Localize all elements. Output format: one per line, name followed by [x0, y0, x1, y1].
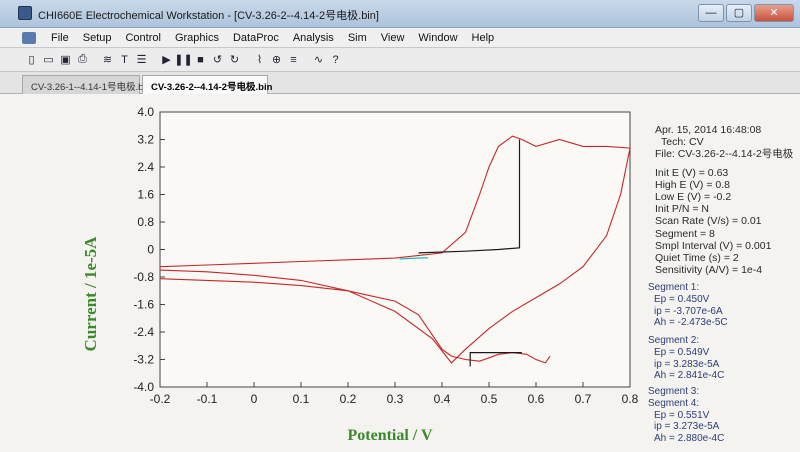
y-tick-label: -1.6	[133, 298, 154, 312]
param-quiet-time: Quiet Time (s) = 2	[655, 252, 739, 265]
menu-bar: File Setup Control Graphics DataProc Ana…	[0, 28, 800, 48]
technique-icon[interactable]: ≋	[100, 52, 115, 67]
experiment-info: Apr. 15, 2014 16:48:08 Tech: CV File: CV…	[655, 124, 800, 276]
window-title: CHI660E Electrochemical Workstation - [C…	[38, 10, 379, 22]
x-tick-label: 0.1	[293, 392, 310, 406]
x-tick-label: 0.8	[622, 392, 639, 406]
segment-title: Segment 4:	[648, 397, 700, 409]
param-scan-rate: Scan Rate (V/s) = 0.01	[655, 215, 762, 228]
new-file-icon[interactable]: ▯	[24, 52, 39, 67]
parameters-icon[interactable]: ☰	[134, 52, 149, 67]
pause-icon[interactable]: ❚❚	[174, 52, 192, 67]
segment-2-results: Segment 2: Ep = 0.549V ip = 3.283e-5A Ah…	[648, 335, 724, 382]
menu-setup[interactable]: Setup	[76, 32, 119, 44]
param-sensitivity: Sensitivity (A/V) = 1e-4	[655, 264, 763, 277]
title-bar[interactable]: CHI660E Electrochemical Workstation - [C…	[0, 0, 800, 28]
x-tick-label: -0.1	[197, 392, 218, 406]
x-tick-label: -0.2	[150, 392, 171, 406]
run-icon[interactable]: ▶	[159, 52, 174, 67]
plot-area	[159, 111, 631, 388]
app-icon[interactable]	[18, 6, 32, 20]
y-axis-label: Current / 1e-5A	[81, 236, 100, 352]
open-file-icon[interactable]: ▭	[41, 52, 56, 67]
segment-title: Segment 2:	[648, 335, 700, 346]
y-tick-label: 2.4	[137, 160, 154, 174]
menu-graphics[interactable]: Graphics	[168, 32, 226, 44]
y-tick-label: 4.0	[137, 105, 154, 119]
menu-window[interactable]: Window	[411, 32, 464, 44]
x-tick-label: 0.6	[528, 392, 545, 406]
menu-file[interactable]: File	[44, 32, 76, 44]
segment-ah: Ah = 2.841e-4C	[654, 370, 725, 382]
y-tick-label: -2.4	[133, 325, 154, 339]
param-low-e: Low E (V) = -0.2	[655, 191, 732, 204]
toolbar: ▯ ▭ ▣ ⎙ ≋ T ☰ ▶ ❚❚ ■ ↺ ↻ ⌇ ⊕ ≡ ∿?	[0, 48, 800, 72]
menu-analysis[interactable]: Analysis	[286, 32, 341, 44]
y-tick-label: -3.2	[133, 353, 154, 367]
segment-ip: ip = 3.273e-5A	[654, 421, 720, 433]
document-tabs: CV-3.26-1--4.14-1号电极.bin CV-3.26-2--4.14…	[0, 72, 800, 94]
segment-1-results: Segment 1: Ep = 0.450V ip = -3.707e-6A A…	[648, 282, 728, 329]
segment-ip: ip = -3.707e-6A	[654, 305, 723, 317]
segment-title: Segment 3:	[648, 386, 700, 397]
help-icon[interactable]: ?	[328, 52, 343, 67]
repeat-icon[interactable]: ↻	[227, 52, 242, 67]
x-tick-label: 0.7	[575, 392, 592, 406]
param-segment: Segment = 8	[655, 227, 715, 240]
segment-ep: Ep = 0.450V	[654, 293, 710, 305]
param-init-e: Init E (V) = 0.63	[655, 166, 729, 179]
menu-view[interactable]: View	[374, 32, 412, 44]
text-icon[interactable]: T	[117, 52, 132, 67]
x-tick-label: 0.2	[340, 392, 357, 406]
document-menu-icon[interactable]	[22, 31, 36, 44]
cv-plot[interactable]: -0.2 -0.1 0 0.1 0.2 0.3 0.4 0.5 0.6 0.7 0.8 4.0 3.2 2…	[0, 94, 640, 452]
param-high-e: High E (V) = 0.8	[655, 178, 730, 191]
x-tick-label: 0.5	[481, 392, 498, 406]
tab-cv-3-26-1[interactable]: CV-3.26-1--4.14-1号电极.bin	[22, 75, 151, 94]
maximize-button[interactable]: ▢	[726, 4, 752, 22]
param-smpl-interval: Smpl Interval (V) = 0.001	[655, 239, 772, 252]
minimize-button[interactable]: —	[698, 4, 724, 22]
y-tick-label: -0.8	[133, 270, 154, 284]
param-init-pn: Init P/N = N	[655, 203, 709, 216]
menu-control[interactable]: Control	[118, 32, 167, 44]
print-icon[interactable]: ⎙	[75, 52, 90, 67]
y-tick-label: 3.2	[137, 133, 154, 147]
x-tick-label: 0.3	[387, 392, 404, 406]
x-axis-label: Potential / V	[347, 427, 432, 444]
segment-ah: Ah = -2.473e-5C	[654, 317, 728, 329]
y-tick-label: 0.8	[137, 215, 154, 229]
stop-icon[interactable]: ■	[193, 52, 208, 67]
menu-dataproc[interactable]: DataProc	[226, 32, 286, 44]
segment-ep: Ep = 0.551V	[654, 409, 710, 421]
y-tick-label: 1.6	[137, 188, 154, 202]
x-tick-label: 0	[251, 392, 258, 406]
file-name: File: CV-3.26-2--4.14-2号电极	[655, 148, 794, 161]
menu-sim[interactable]: Sim	[341, 32, 374, 44]
overlay-icon[interactable]: ≡	[286, 52, 301, 67]
technique-text: Tech: CV	[661, 136, 704, 149]
segment-ip: ip = 3.283e-5A	[654, 358, 720, 370]
x-tick-label: 0.4	[434, 392, 451, 406]
graph-icon[interactable]: ⌇	[252, 52, 267, 67]
segment-ah: Ah = 2.880e-4C	[654, 433, 725, 445]
experiment-date: Apr. 15, 2014 16:48:08	[655, 124, 762, 136]
segment-title: Segment 1:	[648, 282, 700, 293]
smooth-icon[interactable]: ∿	[311, 52, 326, 67]
segment-ep: Ep = 0.549V	[654, 346, 710, 358]
zoom-icon[interactable]: ⊕	[269, 52, 284, 67]
tab-cv-3-26-2[interactable]: CV-3.26-2--4.14-2号电极.bin	[142, 75, 272, 94]
reverse-icon[interactable]: ↺	[210, 52, 225, 67]
y-tick-label: -4.0	[133, 380, 154, 394]
close-button[interactable]: ✕	[754, 4, 794, 22]
y-tick-label: 0	[147, 243, 154, 257]
save-icon[interactable]: ▣	[58, 52, 73, 67]
menu-help[interactable]: Help	[465, 32, 502, 44]
segment-3-4-results: Segment 3: Segment 4: Ep = 0.551V ip = 3…	[648, 386, 724, 445]
